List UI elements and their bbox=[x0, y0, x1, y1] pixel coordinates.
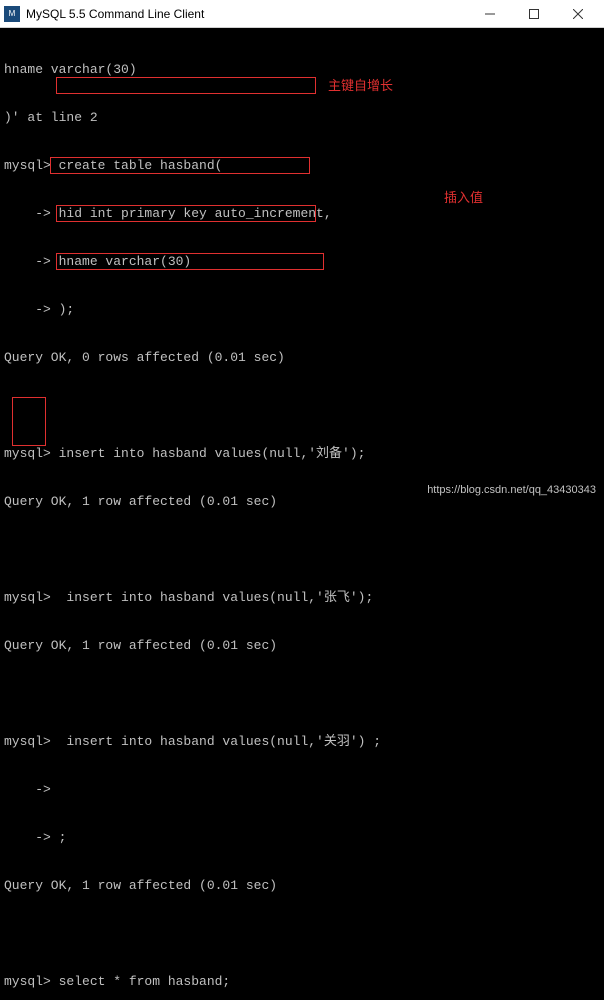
terminal-line: mysql> insert into hasband values(null,'… bbox=[4, 446, 600, 462]
watermark: https://blog.csdn.net/qq_43430343 bbox=[427, 484, 596, 496]
terminal-line: -> bbox=[4, 782, 600, 798]
terminal-line: Query OK, 0 rows affected (0.01 sec) bbox=[4, 350, 600, 366]
terminal-line: -> ); bbox=[4, 302, 600, 318]
terminal-line: mysql> select * from hasband; bbox=[4, 974, 600, 990]
titlebar: M MySQL 5.5 Command Line Client bbox=[0, 0, 604, 28]
annotation-text-insert: 插入值 bbox=[444, 190, 483, 206]
terminal-line: -> ; bbox=[4, 830, 600, 846]
minimize-button[interactable] bbox=[468, 0, 512, 28]
close-button[interactable] bbox=[556, 0, 600, 28]
mysql-icon: M bbox=[4, 6, 20, 22]
annotation-text-primarykey: 主键自增长 bbox=[328, 78, 393, 94]
window-title: MySQL 5.5 Command Line Client bbox=[26, 7, 468, 21]
terminal-line bbox=[4, 926, 600, 942]
terminal-line: -> hname varchar(30) bbox=[4, 254, 600, 270]
terminal-output[interactable]: hname varchar(30) )' at line 2 mysql> cr… bbox=[0, 28, 604, 1000]
terminal-line: mysql> create table hasband( bbox=[4, 158, 600, 174]
terminal-line: mysql> insert into hasband values(null,'… bbox=[4, 590, 600, 606]
terminal-line bbox=[4, 686, 600, 702]
terminal-line: Query OK, 1 row affected (0.01 sec) bbox=[4, 638, 600, 654]
terminal-line: hname varchar(30) bbox=[4, 62, 600, 78]
terminal-line: mysql> insert into hasband values(null,'… bbox=[4, 734, 600, 750]
terminal-line bbox=[4, 542, 600, 558]
terminal-line: -> hid int primary key auto_increment, bbox=[4, 206, 600, 222]
terminal-line: Query OK, 1 row affected (0.01 sec) bbox=[4, 494, 600, 510]
window-controls bbox=[468, 0, 600, 28]
maximize-button[interactable] bbox=[512, 0, 556, 28]
terminal-line: Query OK, 1 row affected (0.01 sec) bbox=[4, 878, 600, 894]
terminal-line: )' at line 2 bbox=[4, 110, 600, 126]
terminal-line bbox=[4, 398, 600, 414]
annotation-box-primarykey bbox=[56, 77, 316, 94]
